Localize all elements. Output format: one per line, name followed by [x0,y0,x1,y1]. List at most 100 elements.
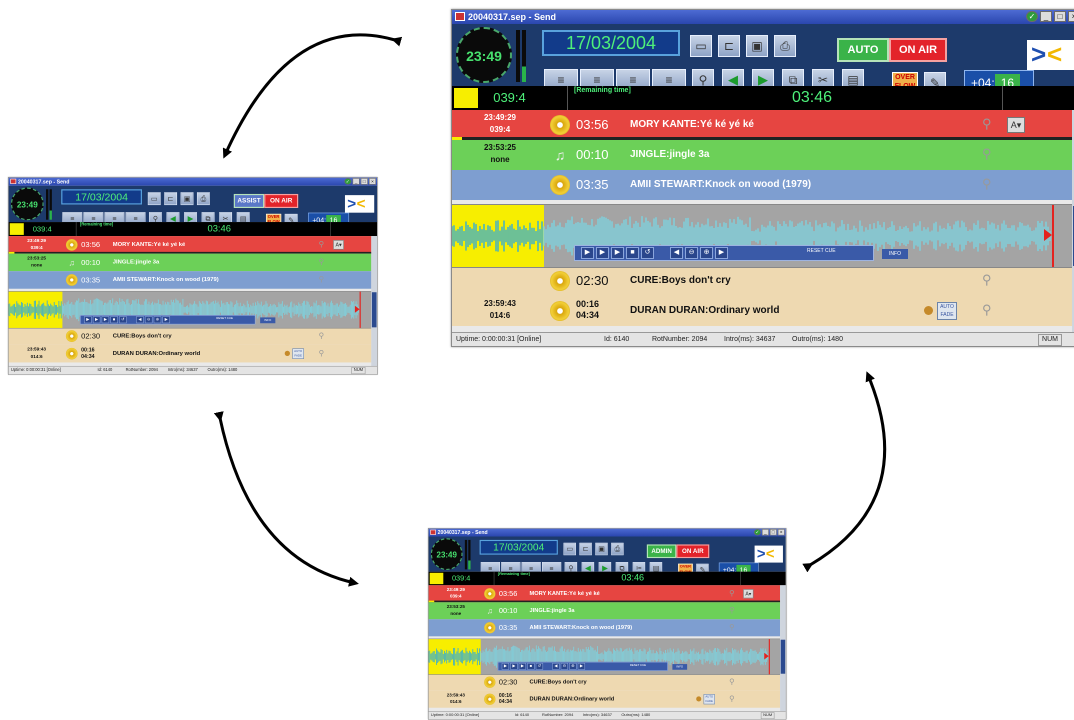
waveform-control-button[interactable]: ■ [110,316,118,324]
playlist-row[interactable]: 02:30 CURE:Boys don't cry ⚲ [452,266,1072,296]
microphone-icon[interactable]: ⚲ [729,677,734,686]
auto-fade-button[interactable]: AUTO FADE [937,302,957,320]
maximize-button[interactable]: □ [360,178,368,185]
microphone-icon[interactable]: ⚲ [982,176,992,192]
waveform-info-button[interactable]: INFO [882,249,908,259]
save-icon[interactable]: ▣ [595,542,608,556]
waveform-control-button[interactable]: ⊖ [144,316,153,324]
on-air-button[interactable]: ON AIR [264,193,299,209]
mode-button[interactable]: ASSIST [233,193,265,209]
microphone-icon[interactable]: ⚲ [319,240,325,249]
microphone-icon[interactable]: ⚲ [982,146,992,162]
microphone-icon[interactable]: ⚲ [319,331,325,340]
microphone-icon[interactable]: ⚲ [319,275,325,284]
playlist-row[interactable]: 23:53:25 none ♫ 00:10 JINGLE:jingle 3a ⚲ [8,253,372,272]
waveform-control-button[interactable]: ▶ [92,316,101,324]
vertical-scrollbar[interactable] [780,585,786,712]
new-file-icon[interactable]: ▭ [147,192,161,206]
maximize-button[interactable]: □ [769,529,777,536]
waveform-control-button[interactable]: ▶ [162,316,171,324]
waveform-control-button[interactable]: ⊖ [560,662,569,670]
microphone-icon[interactable]: ⚲ [729,623,734,632]
playlist-row[interactable]: 23:59:43 014:6 00:16 04:34 DURAN DURAN:Ordin… [428,690,781,708]
waveform-control-button[interactable]: ⊕ [569,662,577,670]
waveform-control-button[interactable]: ▶ [581,247,594,259]
ab-button[interactable]: A▾ [333,240,344,250]
waveform-editor[interactable]: ▶ ▶ ▶ ■ ↺ ◀ ⊖ ⊕ ▶ RESET CUE INFO [8,291,372,329]
waveform-control-button[interactable]: ▶ [510,662,518,670]
cue-marker[interactable] [768,639,770,675]
auto-fade-button[interactable]: AUTO FADE [292,348,305,359]
maximize-button[interactable]: □ [1054,11,1066,22]
waveform-control-button[interactable]: ⊕ [153,316,162,324]
waveform-info-button[interactable]: INFO [260,317,276,324]
close-button[interactable]: × [368,178,376,185]
waveform-editor[interactable]: ▶ ▶ ▶ ■ ↺ ◀ ⊖ ⊕ ▶ RESET CUE INFO [452,204,1072,268]
waveform-control-button[interactable]: ▶ [101,316,110,324]
reset-cue-label[interactable]: RESET CUE [216,317,233,321]
waveform-control-button[interactable]: ◀ [670,247,683,259]
waveform-control-button[interactable]: ⊕ [700,247,713,259]
on-air-button[interactable]: ON AIR [676,544,710,559]
waveform-control-button[interactable]: ↺ [641,247,654,259]
open-folder-icon[interactable]: ⊏ [164,192,178,206]
print-icon[interactable]: ⎙ [774,35,796,57]
playlist-row[interactable]: 23:53:25 none ♫ 00:10 JINGLE:jingle 3a ⚲ [428,602,781,620]
waveform-control-button[interactable]: ▶ [596,247,609,259]
mode-button[interactable]: AUTO [837,38,889,62]
print-icon[interactable]: ⎙ [611,542,624,556]
playlist-row[interactable]: 23:49:29 039:4 03:56 MORY KANTE:Yé ké yé ké… [428,585,781,603]
playlist-row[interactable]: 23:49:29 039:4 03:56 MORY KANTE:Yé ké yé ké… [452,110,1072,140]
close-button[interactable]: × [1068,11,1074,22]
cue-marker[interactable] [359,291,361,328]
waveform-control-button[interactable]: ▶ [84,316,92,324]
open-folder-icon[interactable]: ⊏ [579,542,592,556]
playlist-row[interactable]: 23:53:25 none ♫ 00:10 JINGLE:jingle 3a ⚲ [452,140,1072,170]
microphone-icon[interactable]: ⚲ [982,272,992,288]
waveform-control-button[interactable]: ▶ [611,247,624,259]
check-icon[interactable]: ✓ [1026,11,1038,22]
waveform-control-button[interactable]: ▶ [577,662,586,670]
reset-cue-label[interactable]: RESET CUE [630,664,646,667]
waveform-info-button[interactable]: INFO [672,664,688,670]
microphone-icon[interactable]: ⚲ [729,606,734,615]
waveform-control-button[interactable]: ■ [527,662,535,670]
ab-button[interactable]: A▾ [1007,117,1025,133]
mode-button[interactable]: ADMIN [646,544,677,559]
save-icon[interactable]: ▣ [180,192,194,206]
waveform-control-button[interactable]: ↺ [119,316,127,324]
minimize-button[interactable]: _ [352,178,360,185]
close-button[interactable]: × [777,529,785,536]
waveform-control-button[interactable]: ▶ [518,662,527,670]
check-icon[interactable]: ✓ [344,178,352,185]
playlist-row[interactable]: 03:35 AMII STEWART:Knock on wood (1979) ⚲ [8,271,372,289]
new-file-icon[interactable]: ▭ [690,35,712,57]
check-icon[interactable]: ✓ [754,529,761,536]
waveform-control-button[interactable]: ⊖ [685,247,698,259]
on-air-button[interactable]: ON AIR [889,38,947,62]
playlist-row[interactable]: 02:30 CURE:Boys don't cry ⚲ [8,327,372,345]
playlist-row[interactable]: 23:59:43 014:6 00:16 04:34 DURAN DURAN:Ordin… [452,296,1072,326]
reset-cue-label[interactable]: RESET CUE [807,248,836,254]
waveform-control-button[interactable]: ◀ [552,662,560,670]
waveform-editor[interactable]: ▶ ▶ ▶ ■ ↺ ◀ ⊖ ⊕ ▶ RESET CUE INFO [428,638,781,675]
minimize-button[interactable]: _ [1040,11,1052,22]
auto-fade-button[interactable]: AUTO FADE [703,694,715,705]
waveform-control-button[interactable]: ↺ [535,662,544,670]
vertical-scrollbar[interactable] [371,236,378,366]
ab-button[interactable]: A▾ [743,589,754,599]
minimize-button[interactable]: _ [761,529,769,536]
microphone-icon[interactable]: ⚲ [729,589,734,598]
print-icon[interactable]: ⎙ [196,192,210,206]
playlist-row[interactable]: 03:35 AMII STEWART:Knock on wood (1979) ⚲ [428,619,781,637]
new-file-icon[interactable]: ▭ [563,542,576,556]
microphone-icon[interactable]: ⚲ [319,257,325,266]
waveform-control-button[interactable]: ◀ [136,316,144,324]
waveform-control-button[interactable]: ■ [626,247,639,259]
playlist-row[interactable]: 03:35 AMII STEWART:Knock on wood (1979) ⚲ [452,170,1072,200]
microphone-icon[interactable]: ⚲ [319,348,325,357]
microphone-icon[interactable]: ⚲ [982,302,992,318]
microphone-icon[interactable]: ⚲ [982,116,992,132]
playlist-row[interactable]: 02:30 CURE:Boys don't cry ⚲ [428,673,781,691]
playlist-row[interactable]: 23:59:43 014:6 00:16 04:34 DURAN DURAN:Ordin… [8,344,372,363]
